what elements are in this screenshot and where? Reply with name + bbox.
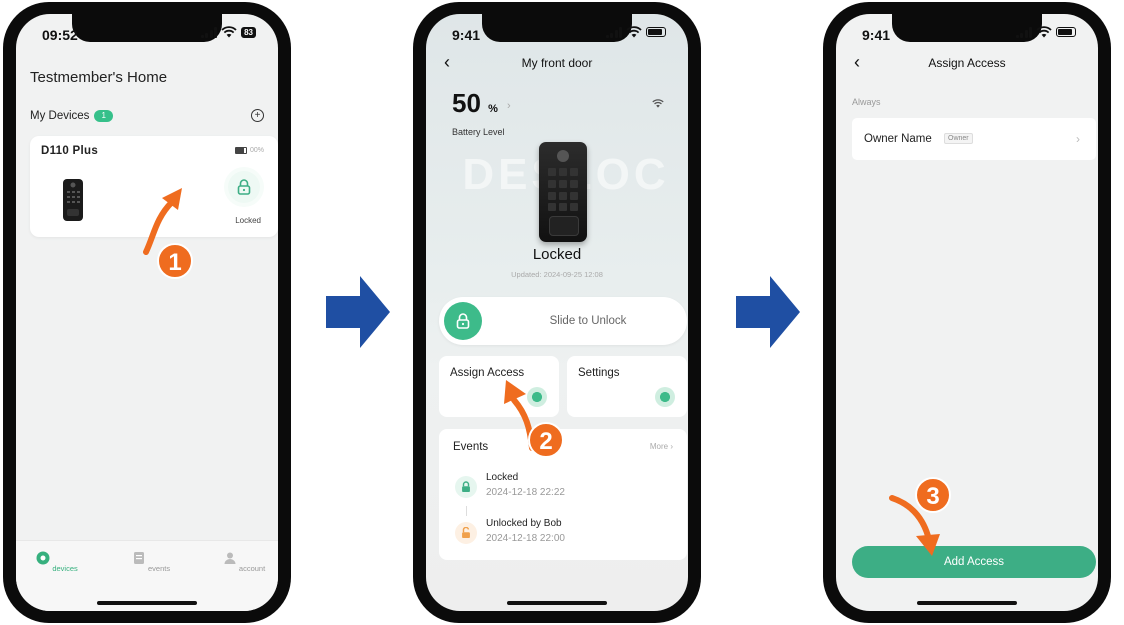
device-battery-value: 00% (249, 147, 264, 154)
status-time: 09:52 (42, 27, 78, 43)
slider-handle[interactable] (444, 302, 482, 340)
assign-access-screen: 9:41 ‹ Assign Access Always Owner Name O… (836, 14, 1098, 611)
settings-tile[interactable]: Settings (567, 356, 687, 417)
smart-lock-image (63, 179, 83, 221)
tab-devices-label: devices (52, 564, 78, 573)
account-icon (224, 552, 236, 564)
lock-toggle[interactable] (228, 171, 260, 203)
signal-icon (605, 26, 622, 38)
event-time: 2024-12-18 22:00 (486, 533, 565, 544)
event-name: Locked (486, 472, 519, 483)
page-title: Assign Access (928, 56, 1006, 70)
tab-account[interactable]: account (214, 551, 274, 573)
settings-label: Settings (578, 367, 620, 379)
settings-icon (655, 387, 675, 407)
home-indicator (917, 601, 1017, 605)
events-more-link[interactable]: More › (650, 442, 673, 451)
tab-events-label: events (147, 564, 171, 573)
home-indicator (97, 601, 197, 605)
smart-lock-image (539, 142, 587, 242)
front-door-screen: 9:41 ‹ My front door 50 % › Battery Leve… (426, 14, 688, 611)
owner-name: Owner Name (864, 133, 932, 145)
battery-small-icon (234, 147, 247, 154)
devices-icon (36, 551, 50, 565)
step-1-badge: 1 (157, 243, 193, 279)
phone-assign-access: 9:41 ‹ Assign Access Always Owner Name O… (823, 2, 1111, 623)
status-icons (605, 26, 666, 38)
phone-front-door: 9:41 ‹ My front door 50 % › Battery Leve… (413, 2, 701, 623)
owner-tag: Owner (944, 133, 973, 144)
wifi-status-icon (652, 99, 664, 108)
battery-icon (1056, 27, 1076, 37)
notch (72, 14, 222, 42)
events-card: Events More › Locked 2024-12-18 22:22 Un… (439, 429, 687, 560)
events-title: Events (453, 441, 489, 453)
signal-icon (1015, 26, 1032, 38)
timeline-divider (466, 506, 467, 516)
battery-unit: % (488, 103, 498, 115)
home-title: Testmember's Home (30, 69, 168, 86)
page-title: My front door (521, 56, 593, 70)
signal-icon (200, 26, 218, 38)
lock-icon (456, 313, 470, 329)
unlock-icon (455, 522, 477, 544)
wifi-icon (626, 26, 642, 38)
step-2-badge: 2 (528, 422, 564, 458)
step-3-badge: 3 (915, 477, 951, 513)
device-name: D110 Plus (41, 145, 99, 157)
add-device-icon[interactable]: + (251, 109, 264, 122)
my-devices-row: My Devices 1 + (30, 109, 264, 122)
event-name: Unlocked by Bob (486, 518, 562, 529)
battery-icon (646, 27, 666, 37)
status-icons: 83 (200, 26, 256, 38)
battery-icon: 83 (241, 26, 256, 38)
status-icons (1015, 26, 1076, 38)
device-battery: 00% (234, 147, 264, 154)
owner-row[interactable]: Owner Name Owner › (852, 118, 1096, 160)
last-updated: Updated: 2024-09-25 12:08 (511, 270, 603, 279)
flow-arrow-icon (326, 276, 390, 348)
chevron-right-icon: › (1076, 132, 1080, 146)
battery-chevron-icon[interactable]: › (507, 100, 511, 112)
lock-icon (237, 179, 251, 195)
my-devices-label: My Devices (30, 109, 90, 122)
home-indicator (507, 601, 607, 605)
wifi-icon (1036, 26, 1052, 38)
status-time: 9:41 (452, 27, 481, 43)
flow-arrow-icon (736, 276, 800, 348)
slide-to-unlock[interactable]: Slide to Unlock (439, 297, 687, 345)
event-time: 2024-12-18 22:22 (486, 487, 565, 498)
battery-percentage: 50 % (452, 88, 498, 119)
wifi-icon (221, 26, 237, 38)
tab-account-label: account (238, 564, 266, 573)
section-label: Always (852, 97, 881, 107)
lock-icon (455, 476, 477, 498)
lock-status: Locked (532, 246, 582, 263)
phone-devices: 09:52 83 Testmember's Home My Devices 1 … (3, 2, 291, 623)
status-time: 9:41 (862, 27, 891, 43)
device-status: Locked (235, 216, 261, 225)
tab-events[interactable]: events (121, 551, 181, 573)
battery-value: 50 (452, 88, 481, 118)
battery-label: Battery Level (452, 127, 505, 137)
device-count-badge: 1 (94, 109, 113, 122)
devices-screen: 09:52 83 Testmember's Home My Devices 1 … (16, 14, 278, 611)
slider-label: Slide to Unlock (549, 315, 627, 327)
tab-devices[interactable]: devices (27, 551, 87, 573)
events-icon (133, 552, 144, 564)
